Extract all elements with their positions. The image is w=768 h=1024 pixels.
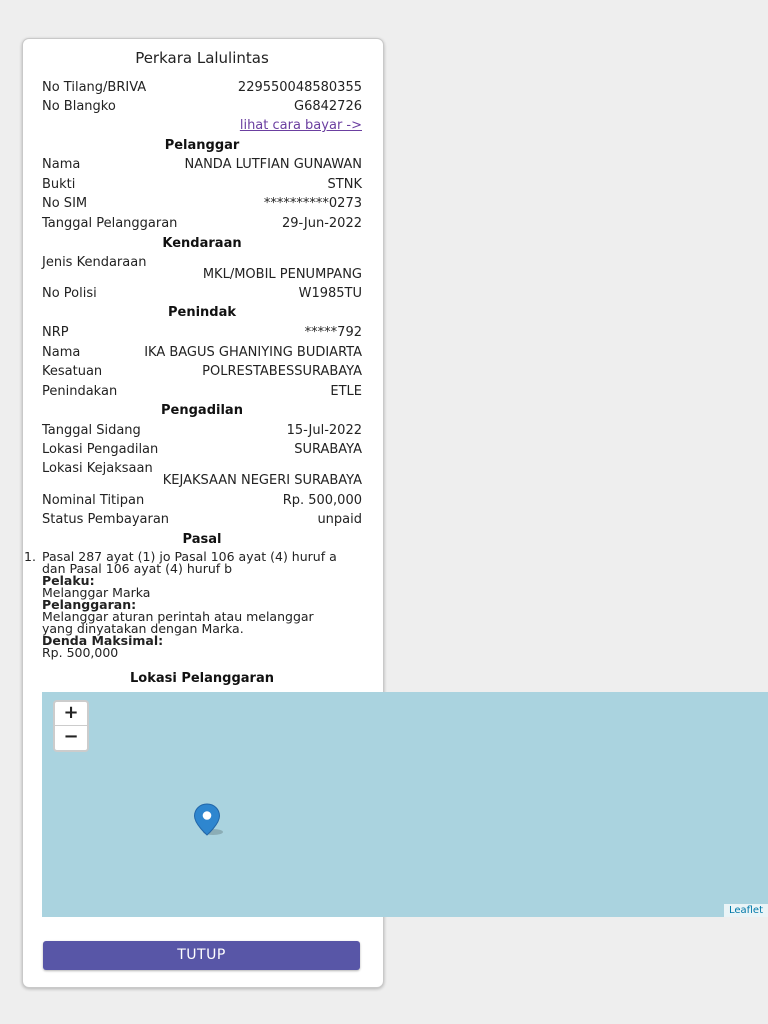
pasal-number: 1. <box>24 549 36 564</box>
tanggal-label: Tanggal Pelanggaran <box>42 216 178 231</box>
penindakan-value: ETLE <box>330 384 362 399</box>
denda-value: Rp. 500,000 <box>42 645 119 660</box>
kesatuan-label: Kesatuan <box>42 364 103 379</box>
row-nrp: NRP *****792 <box>42 325 362 343</box>
status-value: unpaid <box>317 512 362 527</box>
row-no-blangko: No Blangko G6842726 <box>42 99 362 117</box>
lokasi-pengadilan-label: Lokasi Pengadilan <box>42 442 159 457</box>
location-map[interactable]: + − Leaflet <box>42 692 768 917</box>
section-pasal: Pasal <box>182 532 222 547</box>
jenis-label: Jenis Kendaraan <box>42 255 147 270</box>
row-nama-pelanggar: Nama NANDA LUTFIAN GUNAWAN <box>42 157 362 175</box>
section-pelanggar: Pelanggar <box>164 138 240 153</box>
kesatuan-value: POLRESTABESSURABAYA <box>202 364 362 379</box>
nominal-label: Nominal Titipan <box>42 493 145 508</box>
polisi-value: W1985TU <box>298 286 362 301</box>
penindak-nama-label: Nama <box>42 345 81 360</box>
row-no-sim: No SIM **********0273 <box>42 196 362 214</box>
zoom-out-button[interactable]: − <box>55 726 87 749</box>
row-bukti: Bukti STNK <box>42 177 362 195</box>
bukti-label: Bukti <box>42 177 76 192</box>
penindakan-label: Penindakan <box>42 384 118 399</box>
sim-label: No SIM <box>42 196 88 211</box>
nrp-label: NRP <box>42 325 69 340</box>
row-status-pembayaran: Status Pembayaran unpaid <box>42 512 362 530</box>
jenis-value: MKL/MOBIL PENUMPANG <box>202 267 362 282</box>
row-no-polisi: No Polisi W1985TU <box>42 286 362 304</box>
sidang-label: Tanggal Sidang <box>42 423 141 438</box>
payment-instructions-link[interactable]: lihat cara bayar -> <box>240 118 362 133</box>
row-penindakan: Penindakan ETLE <box>42 384 362 402</box>
nama-label: Nama <box>42 157 81 172</box>
map-attribution-link[interactable]: Leaflet <box>723 904 768 917</box>
pasal-text: Pasal 287 ayat (1) jo Pasal 106 ayat (4)… <box>42 549 337 576</box>
pelanggaran-value: Melanggar aturan perintah atau melanggar… <box>42 609 314 636</box>
row-tanggal-pelanggaran: Tanggal Pelanggaran 29-Jun-2022 <box>42 216 362 234</box>
row-no-tilang: No Tilang/BRIVA 229550048580355 <box>42 80 362 98</box>
section-lokasi-pelanggaran: Lokasi Pelanggaran <box>129 671 274 686</box>
kejaksaan-value: KEJAKSAAN NEGERI SURABAYA <box>162 473 362 488</box>
lokasi-pengadilan-value: SURABAYA <box>294 442 362 457</box>
penindak-nama-value: IKA BAGUS GHANIYING BUDIARTA <box>144 345 362 360</box>
section-kendaraan: Kendaraan <box>162 236 242 251</box>
tanggal-value: 29-Jun-2022 <box>281 216 362 231</box>
polisi-label: No Polisi <box>42 286 97 301</box>
zoom-in-button[interactable]: + <box>55 702 87 726</box>
row-lokasi-kejaksaan: Lokasi Kejaksaan KEJAKSAAN NEGERI SURABA… <box>42 461 362 488</box>
sim-value: **********0273 <box>263 196 362 211</box>
kejaksaan-label: Lokasi Kejaksaan <box>42 461 153 476</box>
zoom-control: + − <box>53 700 89 752</box>
no-blangko-label: No Blangko <box>42 99 116 114</box>
nrp-value: *****792 <box>304 325 362 340</box>
no-blangko-value: G6842726 <box>294 99 362 114</box>
bukti-value: STNK <box>327 177 362 192</box>
map-marker-icon[interactable] <box>193 803 223 837</box>
row-kesatuan: Kesatuan POLRESTABESSURABAYA <box>42 364 362 382</box>
section-pengadilan: Pengadilan <box>161 403 243 418</box>
row-nominal-titipan: Nominal Titipan Rp. 500,000 <box>42 493 362 511</box>
row-jenis-kendaraan: Jenis Kendaraan MKL/MOBIL PENUMPANG <box>42 255 362 282</box>
close-button[interactable]: TUTUP <box>43 941 360 970</box>
row-nama-penindak: Nama IKA BAGUS GHANIYING BUDIARTA <box>42 345 362 363</box>
sidang-value: 15-Jul-2022 <box>286 423 362 438</box>
no-tilang-value: 229550048580355 <box>237 80 362 95</box>
nominal-value: Rp. 500,000 <box>282 493 362 508</box>
status-label: Status Pembayaran <box>42 512 170 527</box>
nama-value: NANDA LUTFIAN GUNAWAN <box>184 157 362 172</box>
no-tilang-label: No Tilang/BRIVA <box>42 80 147 95</box>
row-tanggal-sidang: Tanggal Sidang 15-Jul-2022 <box>42 423 362 441</box>
dialog-title: Perkara Lalulintas <box>135 49 269 67</box>
pasal-body: Pasal 287 ayat (1) jo Pasal 106 ayat (4)… <box>42 549 342 660</box>
row-lokasi-pengadilan: Lokasi Pengadilan SURABAYA <box>42 442 362 460</box>
section-penindak: Penindak <box>167 305 237 320</box>
